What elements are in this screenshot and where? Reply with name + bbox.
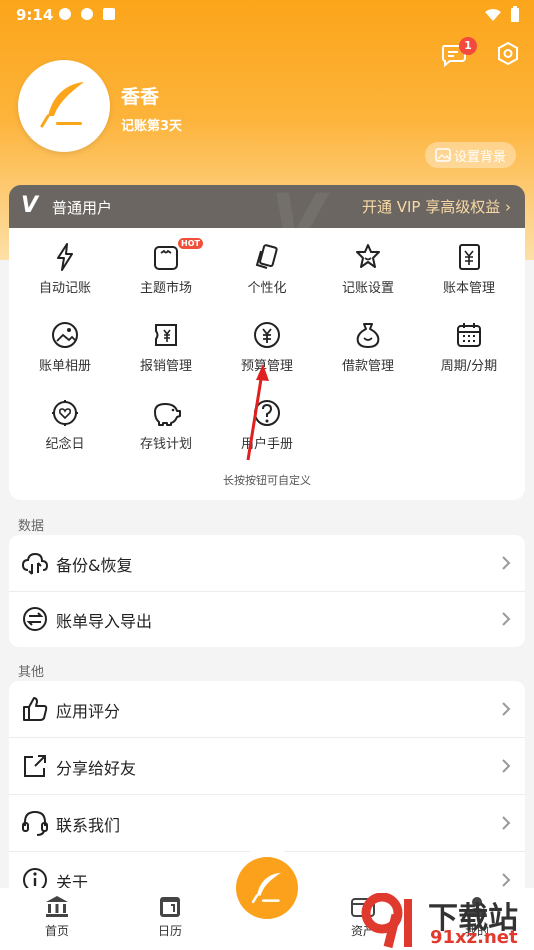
row-bill-import-export[interactable]: 账单导入导出: [9, 591, 525, 647]
calendar-icon: [160, 897, 180, 917]
data-card: 备份&恢复 账单导入导出: [9, 535, 525, 647]
section-title-other: 其他: [18, 665, 45, 680]
site-watermark: 下载站 91xz.net: [358, 893, 528, 949]
add-record-button[interactable]: [236, 857, 298, 919]
chevron-right-icon: [502, 702, 511, 716]
chevron-right-icon: [502, 873, 511, 887]
share-icon: [24, 755, 46, 777]
watermark-logo-icon: [361, 893, 412, 949]
tab-home[interactable]: 首页: [17, 894, 97, 939]
feather-icon: [251, 872, 281, 904]
chevron-right-icon: [502, 612, 511, 626]
chevron-right-icon: [502, 556, 511, 570]
row-backup-restore[interactable]: 备份&恢复: [9, 535, 525, 592]
row-share-to-friends[interactable]: 分享给好友: [9, 738, 525, 795]
chevron-right-icon: [502, 759, 511, 773]
bank-icon: [46, 896, 68, 917]
row-rate-app[interactable]: 应用评分: [9, 681, 525, 738]
section-title-data: 数据: [18, 519, 45, 534]
import-export-icon: [23, 607, 47, 631]
row-contact-us[interactable]: 联系我们: [9, 795, 525, 852]
headset-icon: [22, 810, 48, 836]
thumbs-up-icon: [23, 697, 48, 721]
cloud-sync-icon: [21, 552, 49, 575]
chevron-right-icon: [502, 816, 511, 830]
tab-calendar[interactable]: 日历: [130, 894, 210, 939]
watermark-url: 91xz.net: [430, 927, 518, 948]
